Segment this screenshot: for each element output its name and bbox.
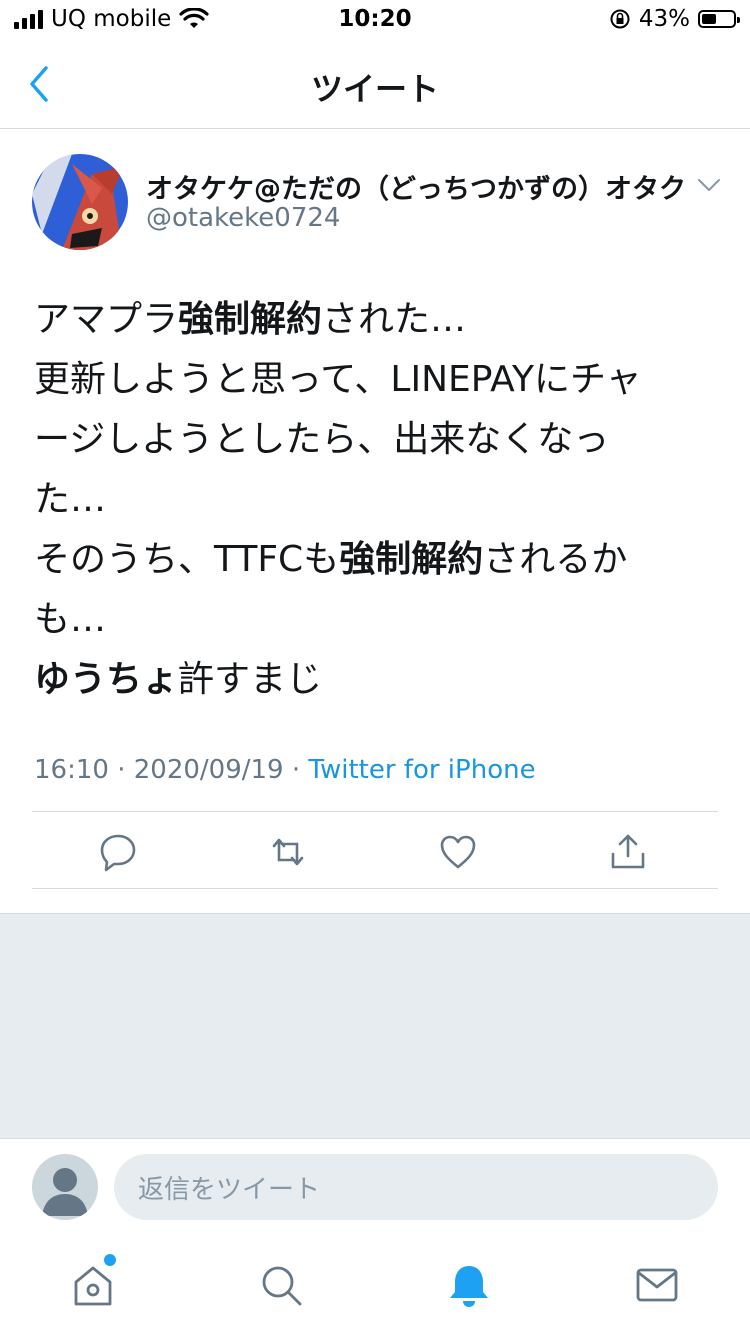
tweet-text-segment: された… — [322, 299, 467, 340]
page-title: ツイート — [310, 70, 439, 108]
tweet-text-segment: アマプラ — [34, 299, 179, 340]
home-icon[interactable] — [68, 1260, 118, 1310]
like-icon[interactable] — [438, 832, 478, 872]
my-avatar[interactable] — [32, 1154, 98, 1220]
tweet-text-segment: 更新しようと思って、LINEPAYにチャ — [34, 359, 642, 400]
notifications-icon[interactable] — [444, 1260, 494, 1310]
navigation-bar: ツイート — [0, 40, 750, 129]
replies-area — [0, 913, 750, 1139]
user-avatar[interactable] — [32, 154, 128, 250]
meta-separator: · — [117, 755, 126, 785]
reply-icon[interactable] — [98, 832, 138, 872]
tweet-actions — [32, 812, 718, 888]
tweet-line: アマプラ強制解約された… — [34, 290, 724, 350]
chevron-down-icon[interactable] — [696, 172, 722, 198]
tab-bar — [0, 1240, 750, 1334]
tweet-time: 16:10 — [34, 755, 109, 785]
tweet-line: ージしようとしたら、出来なくなっ — [34, 410, 724, 470]
share-icon[interactable] — [608, 832, 648, 872]
display-name[interactable]: オタケケ@ただの（どっちつかずの）オタク — [146, 167, 686, 206]
tweet-text-segment: されるか — [483, 539, 628, 580]
status-bar: UQ mobile 10:20 43% — [0, 0, 750, 40]
tweet-bold-text: 強制解約 — [178, 299, 323, 340]
retweet-icon[interactable] — [268, 832, 308, 872]
messages-icon[interactable] — [632, 1260, 682, 1310]
tweet-text-segment: た… — [34, 479, 107, 520]
meta-separator: · — [291, 755, 301, 785]
reply-input[interactable]: 返信をツイート — [114, 1154, 718, 1220]
tweet-meta: 16:10 · 2020/09/19 · Twitter for iPhone — [34, 755, 536, 785]
tweet-line: も… — [34, 590, 724, 650]
user-handle[interactable]: @otakeke0724 — [146, 203, 340, 233]
tweet-text-segment: 許すまじ — [178, 659, 323, 700]
tweet-line: た… — [34, 470, 724, 530]
tweet-text: アマプラ強制解約された… 更新しようと思って、LINEPAYにチャ ージしようとした… — [34, 290, 724, 710]
tweet-bold-text: 強制解約 — [339, 539, 484, 580]
tweet-text-segment: ージしようとしたら、出来なくなっ — [34, 419, 610, 460]
reply-placeholder: 返信をツイート — [138, 1174, 321, 1205]
battery-icon — [698, 10, 740, 28]
tweet-date: 2020/09/19 — [133, 755, 284, 785]
home-notification-dot — [104, 1254, 116, 1266]
orientation-lock-icon — [610, 9, 630, 29]
tweet-bold-text: ゆうちょ — [34, 659, 179, 700]
battery-percent: 43% — [638, 6, 690, 32]
tweet-text-segment: も… — [34, 599, 107, 640]
tweet-line: ゆうちょ許すまじ — [34, 650, 724, 710]
status-right: 43% — [609, 6, 740, 32]
tweet-text-segment: そのうち、TTFCも — [34, 539, 340, 580]
divider — [32, 888, 718, 889]
search-icon[interactable] — [256, 1260, 306, 1310]
tweet-line: そのうち、TTFCも強制解約されるか — [34, 530, 724, 590]
tweet-line: 更新しようと思って、LINEPAYにチャ — [34, 350, 724, 410]
source-app-link[interactable]: Twitter for iPhone — [308, 755, 535, 785]
